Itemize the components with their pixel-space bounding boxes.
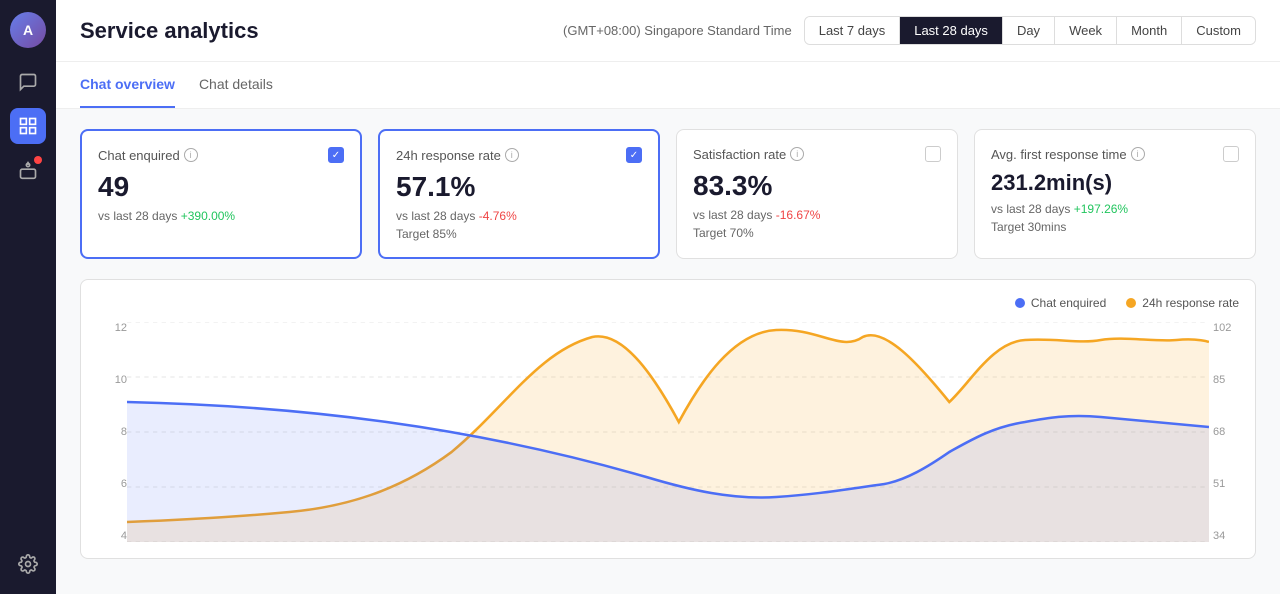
metric-value-avg-response: 231.2min(s) [991, 170, 1239, 196]
info-icon-response-rate[interactable]: i [505, 148, 519, 162]
tab-chat-details[interactable]: Chat details [199, 62, 273, 108]
info-icon-chat-enquired[interactable]: i [184, 148, 198, 162]
chart-container: Chat enquired 24h response rate 12 10 8 … [80, 279, 1256, 559]
metric-target-satisfaction: Target 70% [693, 226, 941, 240]
metric-comparison-avg-response: vs last 28 days +197.26% [991, 202, 1239, 216]
metric-target-avg-response: Target 30mins [991, 220, 1239, 234]
filter-day[interactable]: Day [1003, 17, 1055, 44]
metric-value-chat-enquired: 49 [98, 171, 344, 203]
metric-label-response-rate: 24h response rate i [396, 148, 519, 163]
tab-chat-overview[interactable]: Chat overview [80, 62, 175, 108]
legend-response-rate: 24h response rate [1126, 296, 1239, 310]
filter-custom[interactable]: Custom [1182, 17, 1255, 44]
checkbox-chat-enquired[interactable]: ✓ [328, 147, 344, 163]
legend-label-chat-enquired: Chat enquired [1031, 296, 1106, 310]
metric-header: Chat enquired i ✓ [98, 147, 344, 163]
time-filter-group: Last 7 days Last 28 days Day Week Month … [804, 16, 1256, 45]
metric-label-satisfaction: Satisfaction rate i [693, 147, 804, 162]
filter-month[interactable]: Month [1117, 17, 1182, 44]
notification-badge [34, 156, 42, 164]
legend-dot-response-rate [1126, 298, 1136, 308]
metric-change-avg-response: +197.26% [1074, 202, 1128, 216]
legend-dot-chat-enquired [1015, 298, 1025, 308]
chat-sidebar-icon[interactable] [10, 64, 46, 100]
y-axis-left: 12 10 8 6 4 [97, 322, 127, 542]
tab-bar: Chat overview Chat details [56, 62, 1280, 109]
metric-change-response-rate: -4.76% [479, 209, 517, 223]
metric-comparison-chat-enquired: vs last 28 days +390.00% [98, 209, 344, 223]
metric-comparison-satisfaction: vs last 28 days -16.67% [693, 208, 941, 222]
metric-card-response-rate: 24h response rate i ✓ 57.1% vs last 28 d… [378, 129, 660, 259]
page-header: Service analytics (GMT+08:00) Singapore … [56, 0, 1280, 62]
metric-change-chat-enquired: +390.00% [181, 209, 235, 223]
metric-value-response-rate: 57.1% [396, 171, 642, 203]
analytics-sidebar-icon[interactable] [10, 108, 46, 144]
page-title: Service analytics [80, 18, 563, 44]
metric-card-chat-enquired: Chat enquired i ✓ 49 vs last 28 days +39… [80, 129, 362, 259]
bot-sidebar-icon[interactable] [10, 152, 46, 188]
legend-chat-enquired: Chat enquired [1015, 296, 1106, 310]
metric-header: 24h response rate i ✓ [396, 147, 642, 163]
metric-header: Avg. first response time i [991, 146, 1239, 162]
timezone-label: (GMT+08:00) Singapore Standard Time [563, 23, 792, 38]
chart-legend: Chat enquired 24h response rate [97, 296, 1239, 310]
main-content: Service analytics (GMT+08:00) Singapore … [56, 0, 1280, 594]
legend-label-response-rate: 24h response rate [1142, 296, 1239, 310]
y-axis-right: 102 85 68 51 34 [1209, 322, 1239, 542]
metric-label-chat-enquired: Chat enquired i [98, 148, 198, 163]
info-icon-avg-response[interactable]: i [1131, 147, 1145, 161]
chart-wrapper: 12 10 8 6 4 102 85 68 51 34 [97, 322, 1239, 542]
filter-week[interactable]: Week [1055, 17, 1117, 44]
sidebar: A [0, 0, 56, 594]
filter-last7days[interactable]: Last 7 days [805, 17, 901, 44]
checkbox-response-rate[interactable]: ✓ [626, 147, 642, 163]
metric-card-avg-response: Avg. first response time i 231.2min(s) v… [974, 129, 1256, 259]
checkbox-avg-response[interactable] [1223, 146, 1239, 162]
page-content: Chat enquired i ✓ 49 vs last 28 days +39… [56, 109, 1280, 594]
avatar: A [10, 12, 46, 48]
metric-card-satisfaction: Satisfaction rate i 83.3% vs last 28 day… [676, 129, 958, 259]
metric-cards-grid: Chat enquired i ✓ 49 vs last 28 days +39… [80, 129, 1256, 259]
checkbox-satisfaction[interactable] [925, 146, 941, 162]
metric-change-satisfaction: -16.67% [776, 208, 821, 222]
chart-svg [127, 322, 1209, 542]
info-icon-satisfaction[interactable]: i [790, 147, 804, 161]
filter-last28days[interactable]: Last 28 days [900, 17, 1003, 44]
settings-sidebar-icon[interactable] [10, 546, 46, 582]
metric-header: Satisfaction rate i [693, 146, 941, 162]
metric-label-avg-response: Avg. first response time i [991, 147, 1145, 162]
metric-comparison-response-rate: vs last 28 days -4.76% [396, 209, 642, 223]
metric-value-satisfaction: 83.3% [693, 170, 941, 202]
metric-target-response-rate: Target 85% [396, 227, 642, 241]
